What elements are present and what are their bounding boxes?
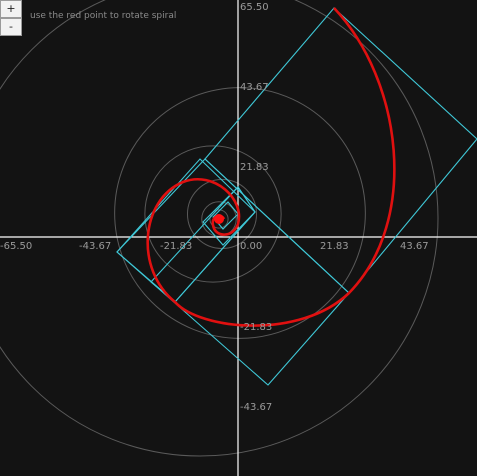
x-tick-label: -43.67 [79, 241, 111, 252]
x-tick-label: 0.00 [240, 241, 262, 252]
zoom-in-button[interactable]: + [0, 0, 22, 18]
y-tick-label: 65.50 [240, 2, 269, 13]
golden-spiral [146, 7, 396, 327]
guide-circle [186, 178, 258, 250]
hint-text: use the red point to rotate spiral [30, 11, 177, 21]
y-tick-label: 43.67 [240, 82, 269, 93]
x-tick-label: -21.83 [160, 241, 192, 252]
golden-squares [116, 7, 477, 386]
zoom-out-button[interactable]: - [0, 18, 22, 36]
x-tick-label: 21.83 [320, 241, 349, 252]
rotation-handle[interactable] [214, 214, 224, 224]
spiral-canvas[interactable]: -65.50 -43.67 -21.83 0.00 21.83 43.67 65… [0, 0, 477, 476]
y-tick-label: -21.83 [240, 322, 272, 333]
y-tick-label: 21.83 [240, 162, 269, 173]
x-tick-label: -65.50 [0, 241, 32, 252]
y-tick-label: -43.67 [240, 402, 272, 413]
x-tick-label: 43.67 [400, 241, 429, 252]
